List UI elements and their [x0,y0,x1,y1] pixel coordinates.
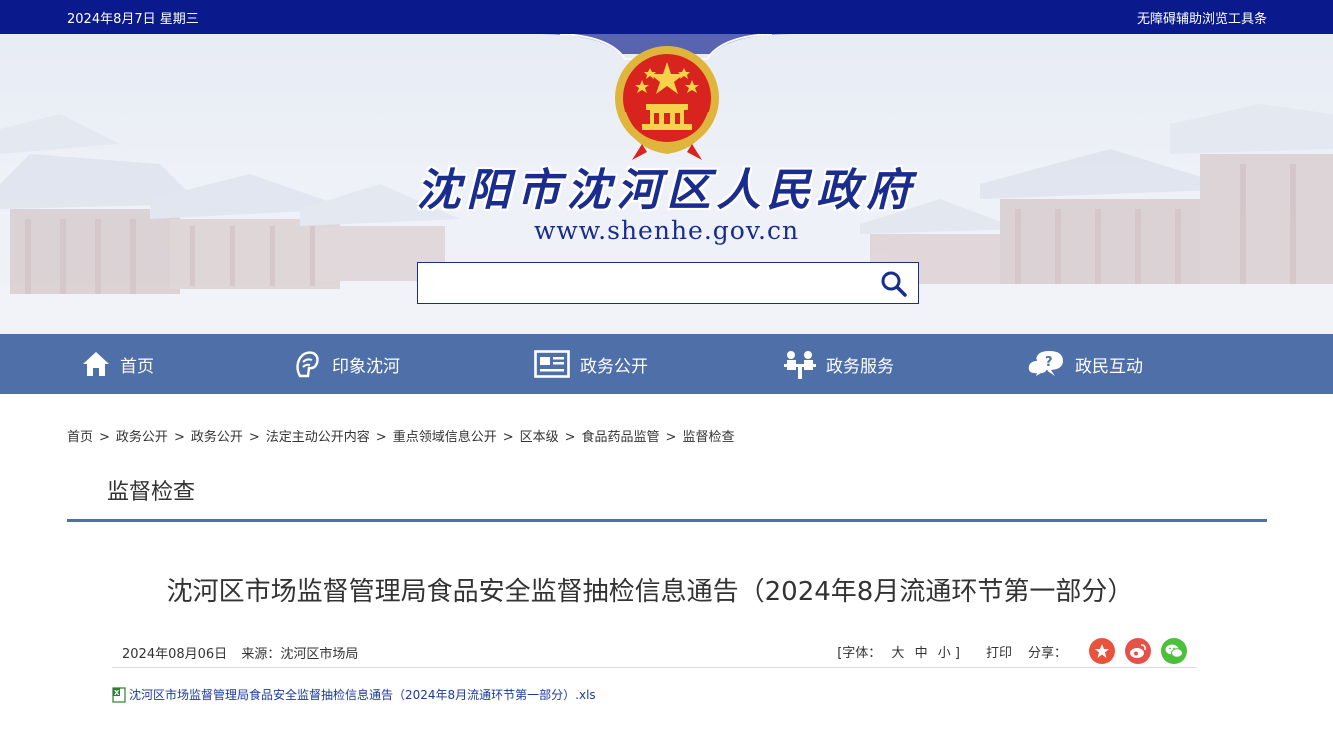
nav-item-impression[interactable]: 印象沈河 [292,334,400,394]
article-title: 沈河区市场监督管理局食品安全监督抽检信息通告（2024年8月流通环节第一部分） [166,577,1134,607]
section-title: 监督检查 [107,480,196,505]
article-meta: 2024年08月06日 来源：沈河区市场局 [122,643,358,662]
attachment-link[interactable]: X 沈河区市场监督管理局食品安全监督抽检信息通告（2024年8月流通环节第一部分… [112,686,596,703]
font-size-control: [字体： 大 中 小 ] [837,642,960,661]
article-source: 来源：沈河区市场局 [241,647,359,662]
breadcrumb-item-statutory[interactable]: 法定主动公开内容 [266,430,370,445]
nav-item-label: 印象沈河 [332,356,400,377]
breadcrumb-separator: > [502,430,514,445]
breadcrumb-separator: > [375,430,387,445]
service-desk-icon [784,351,816,379]
share-label: 分享： [1027,645,1067,661]
accessibility-toolbar-link[interactable]: 无障碍辅助浏览工具条 [1137,8,1267,27]
breadcrumb-item-district-level[interactable]: 区本级 [520,430,559,445]
attachment-filename: 沈河区市场监督管理局食品安全监督抽检信息通告（2024年8月流通环节第一部分）.… [129,688,596,702]
breadcrumb-item-gov-affairs-2[interactable]: 政务公开 [191,430,243,445]
search-box [417,262,919,304]
home-icon [83,352,109,376]
site-title: 沈阳市沈河区人民政府 [416,165,917,216]
meta-divider [112,667,1197,668]
print-button[interactable]: 打印 [986,642,1012,661]
nav-item-gov-service[interactable]: 政务服务 [784,334,894,394]
site-url: www.shenhe.gov.cn [533,216,800,245]
breadcrumb-item-gov-affairs[interactable]: 政务公开 [116,430,168,445]
nav-item-home[interactable]: 首页 [82,334,154,394]
wechat-icon[interactable] [1161,638,1187,664]
chat-question-icon: ? [1027,351,1063,379]
font-size-small[interactable]: 小 [938,646,951,661]
national-emblem-icon [615,46,719,160]
nav-item-label: 政务服务 [826,356,894,377]
font-size-large[interactable]: 大 [891,646,904,661]
impression-icon [296,351,319,378]
weibo-icon[interactable] [1125,638,1151,664]
nav-item-label: 首页 [120,356,154,377]
party-share-icon[interactable] [1089,638,1115,664]
breadcrumb-item-current[interactable]: 监督检查 [682,430,734,445]
breadcrumb-separator: > [99,430,110,445]
breadcrumb: 首页 > 政务公开 > 政务公开 > 法定主动公开内容 > 重点领域信息公开 > 区本级 > 食品药品监… [67,426,734,445]
breadcrumb-item-key-areas[interactable]: 重点领域信息公开 [393,430,497,445]
breadcrumb-item-food-drug[interactable]: 食品药品监管 [582,430,660,445]
search-icon[interactable] [880,270,908,298]
font-size-close-bracket: ] [954,645,960,661]
current-date: 2024年8月7日 星期三 [67,12,199,27]
nav-item-interaction[interactable]: ? 政民互动 [1027,334,1143,394]
publish-date: 2024年08月06日 [122,647,228,662]
breadcrumb-separator: > [248,430,260,445]
excel-file-icon: X [112,686,126,703]
breadcrumb-separator: > [564,430,576,445]
nav-item-label: 政务公开 [580,356,648,377]
breadcrumb-item-home[interactable]: 首页 [67,430,93,445]
breadcrumb-separator: > [665,430,677,445]
main-nav: 首页 印象沈河 政务公开 政务服务 ? 政民互动 [0,334,1333,394]
article-tools: [字体： 大 中 小 ] 打印 分享： [837,638,1187,664]
search-input[interactable] [418,263,868,303]
newspaper-icon [534,350,570,378]
header-banner: 沈阳市沈河区人民政府 www.shenhe.gov.cn [0,34,1333,334]
nav-item-gov-affairs[interactable]: 政务公开 [534,334,648,394]
nav-item-label: 政民互动 [1075,356,1143,377]
svg-text:?: ? [1045,355,1053,370]
font-size-medium[interactable]: 中 [915,646,928,661]
font-size-label: [字体： [837,645,882,661]
breadcrumb-separator: > [173,430,185,445]
svg-text:X: X [114,689,120,697]
section-divider [67,519,1267,522]
top-bar: 2024年8月7日 星期三 无障碍辅助浏览工具条 [0,0,1333,34]
